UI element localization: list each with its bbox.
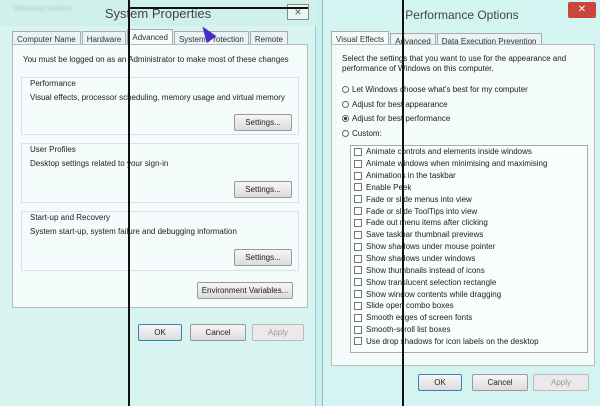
checkbox-label: Show translucent selection rectangle [366, 277, 497, 287]
performance-group: Performance Visual effects, processor sc… [21, 77, 299, 135]
apply-button[interactable]: Apply [252, 324, 304, 341]
startup-recovery-description: System start-up, system failure and debu… [30, 227, 237, 236]
checkbox[interactable] [354, 195, 362, 204]
checkbox[interactable] [354, 242, 362, 251]
visual-effects-list[interactable]: Animate controls and elements inside win… [350, 145, 588, 353]
checkbox-label: Use drop shadows for icon labels on the … [366, 336, 539, 346]
checkbox-label: Show thumbnails instead of icons [366, 265, 485, 275]
radio-indicator [342, 86, 349, 93]
checkbox-label: Show shadows under mouse pointer [366, 242, 496, 252]
list-item[interactable]: Smooth-scroll list boxes [351, 324, 587, 336]
checkbox-label: Fade or slide menus into view [366, 194, 472, 204]
radio-label: Custom: [352, 129, 382, 138]
performance-settings-button[interactable]: Settings... [234, 114, 292, 131]
radio-indicator [342, 130, 349, 137]
user-profiles-settings-button[interactable]: Settings... [234, 181, 292, 198]
performance-options-window: Performance Options ✕ Visual Effects Adv… [322, 0, 600, 406]
checkbox-label: Animate controls and elements inside win… [366, 147, 532, 157]
list-item[interactable]: Show thumbnails instead of icons [351, 264, 587, 276]
performance-label: Performance [30, 79, 76, 88]
radio-custom[interactable]: Custom: [342, 129, 382, 138]
radio-indicator [342, 101, 349, 108]
system-properties-window: Windows edition System Properties ✕ Comp… [0, 0, 316, 406]
checkbox-label: Smooth edges of screen fonts [366, 313, 473, 323]
apply-button[interactable]: Apply [533, 374, 589, 391]
window-title: Performance Options [405, 8, 519, 22]
radio-label: Adjust for best appearance [352, 100, 448, 109]
list-item[interactable]: Slide open combo boxes [351, 300, 587, 312]
list-item[interactable]: Animate controls and elements inside win… [351, 146, 587, 158]
checkbox[interactable] [354, 278, 362, 287]
admin-notice: You must be logged on as an Administrato… [23, 55, 289, 64]
checkbox[interactable] [354, 147, 362, 156]
ok-button[interactable]: OK [138, 324, 182, 341]
checkbox[interactable] [354, 230, 362, 239]
checkbox[interactable] [354, 254, 362, 263]
user-profiles-label: User Profiles [30, 145, 76, 154]
environment-variables-button[interactable]: Environment Variables... [197, 282, 293, 299]
checkbox-label: Show window contents while dragging [366, 289, 502, 299]
checkbox-label: Show shadows under windows [366, 254, 476, 264]
system-properties-titlebar[interactable]: Windows edition System Properties ✕ [0, 0, 316, 26]
checkbox[interactable] [354, 218, 362, 227]
advanced-tab-panel: You must be logged on as an Administrato… [12, 44, 308, 308]
checkbox-label: Slide open combo boxes [366, 301, 454, 311]
close-icon[interactable]: ✕ [568, 2, 596, 18]
list-item[interactable]: Animate windows when minimising and maxi… [351, 158, 587, 170]
overlay-vertical-line-right [402, 0, 404, 406]
checkbox-label: Smooth-scroll list boxes [366, 325, 451, 335]
cancel-button[interactable]: Cancel [472, 374, 528, 391]
startup-recovery-group: Start-up and Recovery System start-up, s… [21, 211, 299, 271]
user-profiles-group: User Profiles Desktop settings related t… [21, 143, 299, 203]
visual-effects-panel: Select the settings that you want to use… [331, 44, 595, 366]
checkbox-label: Animations in the taskbar [366, 171, 456, 181]
list-item[interactable]: Smooth edges of screen fonts [351, 312, 587, 324]
user-profiles-description: Desktop settings related to your sign-in [30, 159, 169, 168]
intro-text-line2: performance of Windows on this computer. [342, 64, 494, 73]
cancel-button[interactable]: Cancel [190, 324, 246, 341]
list-item[interactable]: Enable Peek [351, 182, 587, 194]
overlay-vertical-line-left [128, 0, 130, 406]
list-item[interactable]: Fade out menu items after clicking [351, 217, 587, 229]
list-item[interactable]: Show window contents while dragging [351, 288, 587, 300]
checkbox[interactable] [354, 207, 362, 216]
radio-label: Let Windows choose what's best for my co… [352, 85, 528, 94]
checkbox[interactable] [354, 337, 362, 346]
checkbox[interactable] [354, 266, 362, 275]
checkbox-label: Fade out menu items after clicking [366, 218, 488, 228]
checkbox[interactable] [354, 183, 362, 192]
radio-best-appearance[interactable]: Adjust for best appearance [342, 100, 448, 109]
startup-recovery-label: Start-up and Recovery [30, 213, 111, 222]
radio-indicator-selected [342, 115, 349, 122]
performance-description: Visual effects, processor scheduling, me… [30, 93, 285, 102]
checkbox[interactable] [354, 313, 362, 322]
list-item[interactable]: Use drop shadows for icon labels on the … [351, 336, 587, 348]
list-item[interactable]: Show shadows under windows [351, 253, 587, 265]
overlay-horizontal-line [128, 7, 308, 9]
checkbox[interactable] [354, 171, 362, 180]
checkbox-label: Save taskbar thumbnail previews [366, 230, 484, 240]
startup-recovery-settings-button[interactable]: Settings... [234, 249, 292, 266]
checkbox-label: Enable Peek [366, 182, 412, 192]
checkbox-label: Fade or slide ToolTips into view [366, 206, 478, 216]
list-item[interactable]: Save taskbar thumbnail previews [351, 229, 587, 241]
checkbox[interactable] [354, 290, 362, 299]
checkbox[interactable] [354, 301, 362, 310]
checkbox-label: Animate windows when minimising and maxi… [366, 159, 548, 169]
list-item[interactable]: Show shadows under mouse pointer [351, 241, 587, 253]
checkbox[interactable] [354, 159, 362, 168]
intro-text-line1: Select the settings that you want to use… [342, 54, 567, 63]
radio-best-performance[interactable]: Adjust for best performance [342, 114, 450, 123]
ok-button[interactable]: OK [418, 374, 462, 391]
list-item[interactable]: Animations in the taskbar [351, 170, 587, 182]
radio-let-windows-choose[interactable]: Let Windows choose what's best for my co… [342, 85, 528, 94]
list-item[interactable]: Fade or slide ToolTips into view [351, 205, 587, 217]
list-item[interactable]: Fade or slide menus into view [351, 193, 587, 205]
checkbox[interactable] [354, 325, 362, 334]
list-item[interactable]: Show translucent selection rectangle [351, 276, 587, 288]
